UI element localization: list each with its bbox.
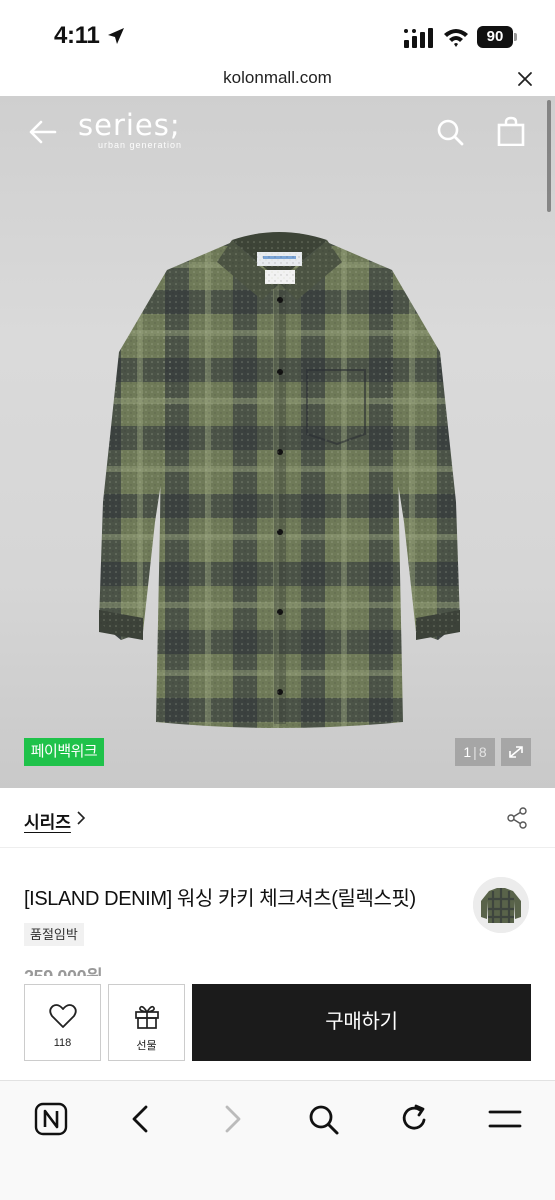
product-thumbnail[interactable] bbox=[473, 877, 529, 933]
status-time: 4:11 bbox=[54, 22, 100, 49]
chevron-right-icon[interactable] bbox=[76, 811, 86, 825]
buy-button[interactable]: 구매하기 bbox=[192, 984, 531, 1061]
product-title: [ISLAND DENIM] 워싱 카키 체크셔츠(릴렉스핏) bbox=[24, 888, 416, 910]
expand-image-button[interactable] bbox=[501, 738, 531, 766]
like-count: 118 bbox=[53, 1037, 72, 1049]
brand-link[interactable]: 시리즈 bbox=[24, 808, 71, 833]
naver-home-icon[interactable] bbox=[33, 1101, 69, 1137]
image-counter-separator: | bbox=[473, 744, 477, 760]
payback-week-badge[interactable]: 페이백위크 bbox=[24, 738, 104, 766]
browser-search-icon[interactable] bbox=[305, 1101, 341, 1137]
wifi-icon bbox=[444, 29, 468, 47]
browser-back-icon[interactable] bbox=[123, 1101, 159, 1137]
brand-row: 시리즈 bbox=[0, 788, 555, 848]
reload-icon[interactable] bbox=[396, 1101, 432, 1137]
browser-forward-icon[interactable] bbox=[214, 1101, 250, 1137]
gift-label: 선물 bbox=[136, 1040, 157, 1052]
browser-toolbar bbox=[0, 1080, 555, 1200]
image-counter: 1 | 8 bbox=[455, 738, 495, 766]
brand-logo-tagline: urban generation bbox=[98, 140, 183, 150]
low-stock-tag: 품절임박 bbox=[24, 923, 84, 946]
image-counter-current: 1 bbox=[463, 744, 472, 760]
brand-logo[interactable]: series; urban generation bbox=[78, 110, 198, 154]
cellular-signal-icon bbox=[404, 28, 433, 48]
brand-logo-name: series; bbox=[78, 108, 181, 142]
product-gallery[interactable]: series; urban generation 페이백위크 1 | 8 bbox=[0, 96, 555, 788]
arrow-left-icon[interactable] bbox=[28, 118, 58, 146]
close-icon[interactable] bbox=[516, 70, 534, 88]
like-button[interactable]: 118 bbox=[24, 984, 101, 1061]
search-icon[interactable] bbox=[436, 118, 464, 146]
product-image[interactable] bbox=[97, 222, 462, 749]
battery-level: 90 bbox=[477, 26, 513, 48]
menu-icon[interactable] bbox=[487, 1101, 523, 1137]
shopping-bag-icon[interactable] bbox=[497, 116, 525, 146]
scrollbar[interactable] bbox=[547, 100, 551, 212]
status-bar: 4:11 90 bbox=[0, 0, 555, 66]
gift-button[interactable]: 선물 bbox=[108, 984, 185, 1061]
location-arrow-icon bbox=[108, 28, 124, 44]
purchase-action-bar: 118 선물 구매하기 bbox=[0, 976, 555, 1080]
battery-indicator: 90 bbox=[477, 26, 517, 48]
battery-cap bbox=[514, 33, 517, 41]
image-counter-total: 8 bbox=[478, 744, 487, 760]
url-bar[interactable]: kolonmall.com bbox=[0, 66, 555, 96]
expand-icon bbox=[509, 746, 523, 758]
share-icon[interactable] bbox=[505, 806, 529, 830]
product-thumbnail-image bbox=[473, 877, 529, 933]
url-text[interactable]: kolonmall.com bbox=[0, 68, 555, 88]
heart-icon bbox=[49, 1004, 77, 1028]
gift-icon bbox=[135, 1005, 159, 1029]
